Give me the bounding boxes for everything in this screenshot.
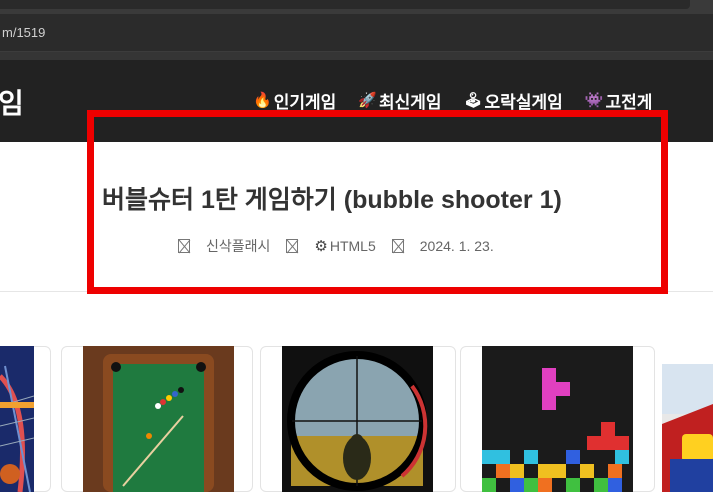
browser-tab[interactable] xyxy=(0,0,690,9)
rocket-icon: 🚀 xyxy=(358,92,377,109)
billiards-table-thumbnail[interactable] xyxy=(83,346,234,492)
fire-icon: 🔥 xyxy=(253,92,272,109)
browser-toolbar-divider xyxy=(0,52,713,60)
sniper-scope-thumbnail[interactable] xyxy=(282,346,433,492)
alien-monster-icon: 👾 xyxy=(584,92,604,109)
highlight-box xyxy=(87,110,668,294)
basketball-game-thumbnail[interactable] xyxy=(0,346,34,492)
falling-blocks-thumbnail[interactable] xyxy=(482,346,633,492)
address-bar[interactable]: m/1519 xyxy=(0,14,713,52)
browser-tab-strip xyxy=(0,0,713,14)
site-logo[interactable]: 임 xyxy=(0,82,24,122)
joystick-icon: 🕹 xyxy=(463,92,483,109)
game-card-row xyxy=(0,292,713,492)
racing-game-thumbnail[interactable] xyxy=(662,364,713,492)
address-bar-url[interactable]: m/1519 xyxy=(2,25,45,40)
